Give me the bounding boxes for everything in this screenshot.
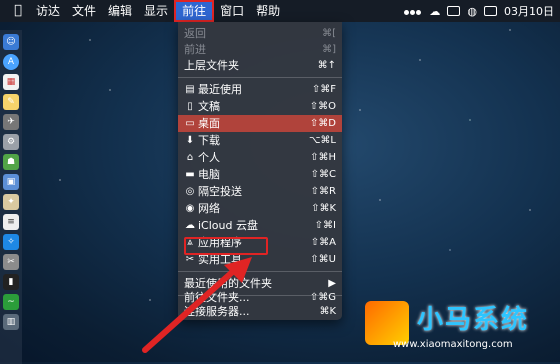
safari-icon[interactable]: ✧ — [3, 234, 19, 250]
menu-item-airdrop[interactable]: ◎ 隔空投送 ⇧⌘R — [178, 183, 342, 200]
recents-icon: ▤ — [185, 84, 195, 95]
menu-item-label: 上层文件夹 — [184, 59, 239, 72]
menu-item-shortcut: ⌘[ — [322, 28, 336, 39]
menu-item-shortcut: ⇧⌘R — [310, 186, 336, 197]
menu-item-label: 桌面 — [198, 117, 220, 130]
menu-item-shortcut: ⇧⌘F — [311, 84, 336, 95]
battery-icon[interactable] — [484, 6, 497, 16]
menu-item-shortcut: ⇧⌘D — [309, 118, 336, 129]
annotation-box — [184, 237, 268, 255]
preview-icon[interactable]: ▣ — [3, 174, 19, 190]
menu-item-label: 前进 — [184, 43, 206, 56]
watermark-url: www.xiaomaxitong.com — [393, 339, 513, 350]
display-icon[interactable] — [447, 6, 461, 16]
apple-icon[interactable]:  — [6, 0, 30, 22]
menu-item-shortcut: ⇧⌘U — [310, 254, 336, 265]
home-icon: ⌂ — [186, 152, 194, 163]
menu-item-shortcut: ⇧⌘I — [314, 220, 336, 231]
preferences-icon[interactable]: ⚙ — [3, 134, 19, 150]
menu-separator — [178, 77, 342, 78]
menu-item-label: 返回 — [184, 27, 206, 40]
menu-item-label: 网络 — [198, 202, 220, 215]
computer-icon: ▬ — [185, 169, 195, 180]
calendar-icon[interactable]: ▦ — [3, 74, 19, 90]
menu-item-shortcut: ⇧⌘O — [309, 101, 336, 112]
script-icon[interactable]: ✦ — [3, 194, 19, 210]
menu-item-network[interactable]: ◉ 网络 ⇧⌘K — [178, 200, 342, 217]
menu-item-label: 文稿 — [198, 100, 220, 113]
menu-help[interactable]: 帮助 — [250, 0, 286, 22]
android-icon[interactable]: ☗ — [3, 154, 19, 170]
desktop-icon: ▭ — [185, 118, 195, 129]
menu-item-shortcut: ⇧⌘A — [310, 237, 336, 248]
menu-item-shortcut: ⇧⌘K — [311, 203, 336, 214]
menu-edit[interactable]: 编辑 — [102, 0, 138, 22]
menu-item-home[interactable]: ⌂ 个人 ⇧⌘H — [178, 149, 342, 166]
menu-item-label: 电脑 — [198, 168, 220, 181]
cloud-icon[interactable]: ☁ — [429, 5, 440, 18]
airdrop-icon: ◎ — [185, 186, 195, 197]
globe-icon[interactable]: ◍ — [467, 5, 477, 18]
menu-item-enclosing-folder[interactable]: 上层文件夹 ⌘↑ — [178, 57, 342, 74]
menu-item-downloads[interactable]: ⬇ 下载 ⌥⌘L — [178, 132, 342, 149]
menu-item-shortcut: ⌘↑ — [317, 60, 336, 71]
textedit-icon[interactable]: ≡ — [3, 214, 19, 230]
activity-monitor-icon[interactable]: ~ — [3, 294, 19, 310]
annotation-arrow — [142, 257, 252, 353]
menu-item-label: iCloud 云盘 — [198, 219, 258, 232]
icloud-icon: ☁ — [185, 220, 195, 231]
menu-view[interactable]: 显示 — [138, 0, 174, 22]
menu-item-label: 最近使用 — [198, 83, 242, 96]
trash-icon[interactable]: ▥ — [3, 314, 19, 330]
menu-item-shortcut: ⌥⌘L — [308, 135, 336, 146]
menu-item-computer[interactable]: ▬ 电脑 ⇧⌘C — [178, 166, 342, 183]
finder-icon[interactable]: ☺ — [3, 34, 19, 50]
notes-icon[interactable]: ✎ — [3, 94, 19, 110]
watermark: 小马系统 www.xiaomaxitong.com — [365, 295, 555, 357]
downloads-icon: ⬇ — [185, 135, 195, 146]
watermark-title: 小马系统 — [417, 305, 530, 335]
menu-item-shortcut: ⇧⌘C — [310, 169, 336, 180]
dock: ☺ A ▦ ✎ ✈ ⚙ ☗ ▣ ✦ ≡ ✧ ✂ ▮ ~ ▥ — [0, 30, 22, 364]
menu-finder[interactable]: 访达 — [30, 0, 66, 22]
terminal-icon[interactable]: ▮ — [3, 274, 19, 290]
menu-item-documents[interactable]: ▯ 文稿 ⇧⌘O — [178, 98, 342, 115]
menu-item-label: 下载 — [198, 134, 220, 147]
menu-item-shortcut: ⌘K — [319, 306, 336, 317]
menu-item-shortcut: ⌘] — [322, 44, 336, 55]
menu-bar:  访达 文件 编辑 显示 前往 窗口 帮助 ☁ ◍ 03月10日 — [0, 0, 560, 22]
menu-window[interactable]: 窗口 — [214, 0, 250, 22]
documents-icon: ▯ — [187, 101, 193, 112]
menu-go[interactable]: 前往 — [174, 0, 215, 22]
menu-item-shortcut: ⇧⌘H — [310, 152, 336, 163]
launchpad-icon[interactable]: ✈ — [3, 114, 19, 130]
network-icon: ◉ — [185, 203, 195, 214]
menu-item-recents[interactable]: ▤ 最近使用 ⇧⌘F — [178, 81, 342, 98]
menubar-date[interactable]: 03月10日 — [504, 3, 554, 19]
menu-item-desktop[interactable]: ▭ 桌面 ⇧⌘D — [178, 115, 342, 132]
dots-icon[interactable] — [404, 5, 422, 18]
menu-file[interactable]: 文件 — [66, 0, 102, 22]
menu-item-icloud[interactable]: ☁ iCloud 云盘 ⇧⌘I — [178, 217, 342, 234]
menu-item-forward[interactable]: 前进 ⌘] — [178, 41, 342, 58]
app-store-icon[interactable]: A — [3, 54, 19, 70]
menu-item-label: 个人 — [198, 151, 220, 164]
menu-item-label: 隔空投送 — [198, 185, 242, 198]
status-area: ☁ ◍ 03月10日 — [404, 0, 554, 22]
menu-item-back[interactable]: 返回 ⌘[ — [178, 25, 342, 42]
utility-icon[interactable]: ✂ — [3, 254, 19, 270]
